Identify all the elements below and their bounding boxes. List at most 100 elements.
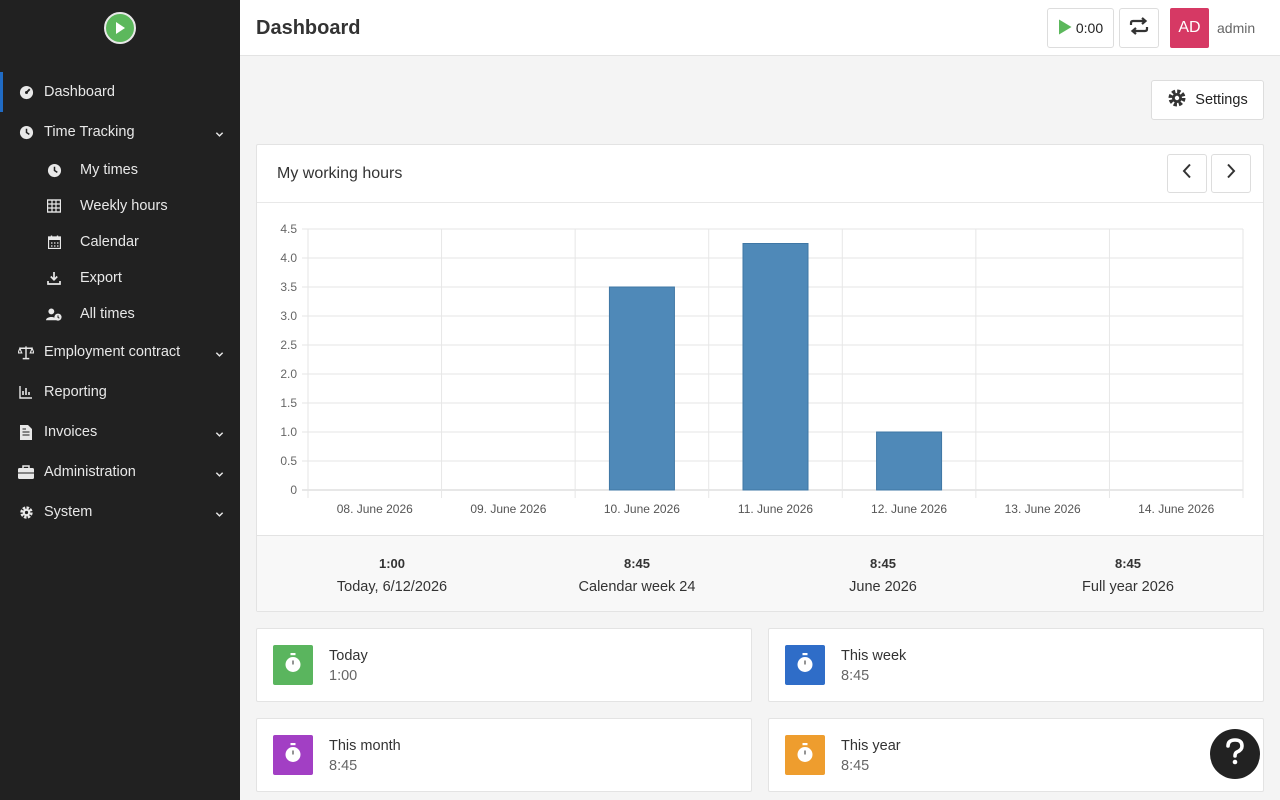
settings-button[interactable]: Settings	[1151, 80, 1264, 120]
stat-year: 8:45 Full year 2026	[1008, 556, 1248, 595]
sidebar-item-weekly-hours[interactable]: Weekly hours	[0, 188, 240, 224]
table-icon	[46, 198, 62, 214]
y-tick-label: 0.5	[280, 454, 297, 468]
calendar-icon	[46, 234, 62, 250]
user-clock-icon	[46, 306, 62, 322]
chevron-down-icon	[215, 507, 224, 523]
y-tick-label: 3.5	[280, 280, 297, 294]
x-tick-label: 08. June 2026	[337, 502, 413, 516]
sidebar-item-dashboard[interactable]: Dashboard	[0, 72, 240, 112]
invoice-icon	[18, 424, 34, 440]
summary-title: This month	[329, 738, 401, 754]
username[interactable]: admin	[1217, 20, 1255, 36]
gauge-icon	[18, 84, 34, 100]
y-tick-label: 3.0	[280, 309, 297, 323]
sidebar-item-time-tracking[interactable]: Time Tracking	[0, 112, 240, 152]
sidebar-item-label: Reporting	[44, 384, 107, 400]
play-icon	[1058, 19, 1072, 38]
stat-value: 8:45	[623, 556, 651, 571]
stat-value: 8:45	[1114, 556, 1142, 571]
stat-label: Calendar week 24	[578, 579, 696, 595]
y-tick-label: 1.0	[280, 425, 297, 439]
scale-icon	[18, 344, 34, 360]
stopwatch-icon	[284, 742, 302, 768]
x-tick-label: 14. June 2026	[1138, 502, 1214, 516]
clock-icon	[46, 162, 62, 178]
sidebar-item-reporting[interactable]: Reporting	[0, 372, 240, 412]
chart-bar	[608, 286, 675, 491]
x-tick-label: 12. June 2026	[871, 502, 947, 516]
briefcase-icon	[18, 464, 34, 480]
sidebar-item-label: My times	[80, 162, 138, 178]
working-hours-chart: 0 0.5 1.0 1.5 2.0 2.5 3.0 3.5 4.0 4.5 08. June 202…	[280, 222, 1244, 516]
settings-label: Settings	[1195, 92, 1248, 108]
clock-icon	[18, 124, 34, 140]
summary-card-month: This month 8:45	[256, 718, 752, 792]
sidebar-item-label: Export	[80, 270, 122, 286]
sidebar-item-label: System	[44, 504, 93, 520]
x-tick-label: 10. June 2026	[604, 502, 680, 516]
sidebar-item-label: Administration	[44, 464, 136, 480]
x-tick-label: 09. June 2026	[470, 502, 546, 516]
stat-week: 8:45 Calendar week 24	[517, 556, 757, 595]
gear-icon	[18, 504, 34, 520]
summary-value: 8:45	[841, 668, 870, 684]
sidebar-item-employment-contract[interactable]: Employment contract	[0, 332, 240, 372]
sidebar-nav: Dashboard Time Tracking My times Weekly …	[0, 72, 240, 532]
chevron-down-icon	[215, 467, 224, 483]
chevron-down-icon	[215, 427, 224, 443]
x-tick-label: 11. June 2026	[738, 502, 814, 516]
y-tick-label: 4.5	[280, 222, 297, 236]
sidebar-item-label: Calendar	[80, 234, 139, 250]
sidebar-item-label: Employment contract	[44, 344, 181, 360]
sidebar-item-label: Dashboard	[44, 84, 115, 100]
stopwatch-icon	[796, 742, 814, 768]
stat-value: 1:00	[378, 556, 406, 571]
y-tick-label: 0	[290, 483, 297, 497]
summary-title: Today	[329, 648, 368, 664]
download-icon	[46, 270, 62, 286]
sidebar-item-my-times[interactable]: My times	[0, 152, 240, 188]
y-tick-label: 4.0	[280, 251, 297, 265]
start-timer-button[interactable]: 0:00	[1047, 8, 1114, 48]
previous-week-button[interactable]	[1167, 154, 1207, 193]
summary-card-week: This week 8:45	[768, 628, 1264, 702]
timer-value: 0:00	[1075, 20, 1104, 36]
sidebar-item-label: All times	[80, 306, 135, 322]
restart-button[interactable]	[1119, 8, 1159, 48]
chevron-down-icon	[215, 347, 224, 363]
stopwatch-icon	[796, 652, 814, 678]
y-tick-label: 1.5	[280, 396, 297, 410]
play-circle-icon[interactable]	[104, 12, 136, 44]
stat-today: 1:00 Today, 6/12/2026	[272, 556, 512, 595]
summary-title: This year	[841, 738, 901, 754]
stats-row: 1:00 Today, 6/12/2026 8:45 Calendar week…	[257, 535, 1263, 611]
top-header: Dashboard 0:00 AD admin	[240, 0, 1280, 56]
sidebar-item-all-times[interactable]: All times	[0, 296, 240, 332]
sidebar-item-administration[interactable]: Administration	[0, 452, 240, 492]
summary-card-year: This year 8:45	[768, 718, 1264, 792]
x-tick-label: 13. June 2026	[1005, 502, 1081, 516]
chart-icon	[18, 384, 34, 400]
chevron-left-icon	[1182, 163, 1192, 184]
working-hours-card: My working hours 0 0.5 1.0 1.5 2.0 2.5 3.0 3.5 4…	[256, 144, 1264, 612]
gear-icon	[1167, 88, 1187, 112]
avatar[interactable]: AD	[1170, 8, 1209, 48]
y-tick-label: 2.5	[280, 338, 297, 352]
card-title: My working hours	[277, 165, 403, 182]
summary-card-today: Today 1:00	[256, 628, 752, 702]
sidebar-item-calendar[interactable]: Calendar	[0, 224, 240, 260]
stat-label: Today, 6/12/2026	[336, 579, 448, 595]
sidebar-item-export[interactable]: Export	[0, 260, 240, 296]
stat-value: 8:45	[869, 556, 897, 571]
sidebar-item-invoices[interactable]: Invoices	[0, 412, 240, 452]
stat-label: Full year 2026	[1082, 579, 1174, 595]
sidebar-item-system[interactable]: System	[0, 492, 240, 532]
help-button[interactable]	[1210, 729, 1260, 779]
sync-icon	[1129, 16, 1149, 40]
next-week-button[interactable]	[1211, 154, 1251, 193]
summary-title: This week	[841, 648, 907, 664]
stopwatch-icon	[284, 652, 302, 678]
stat-month: 8:45 June 2026	[763, 556, 1003, 595]
summary-badge	[273, 735, 313, 775]
